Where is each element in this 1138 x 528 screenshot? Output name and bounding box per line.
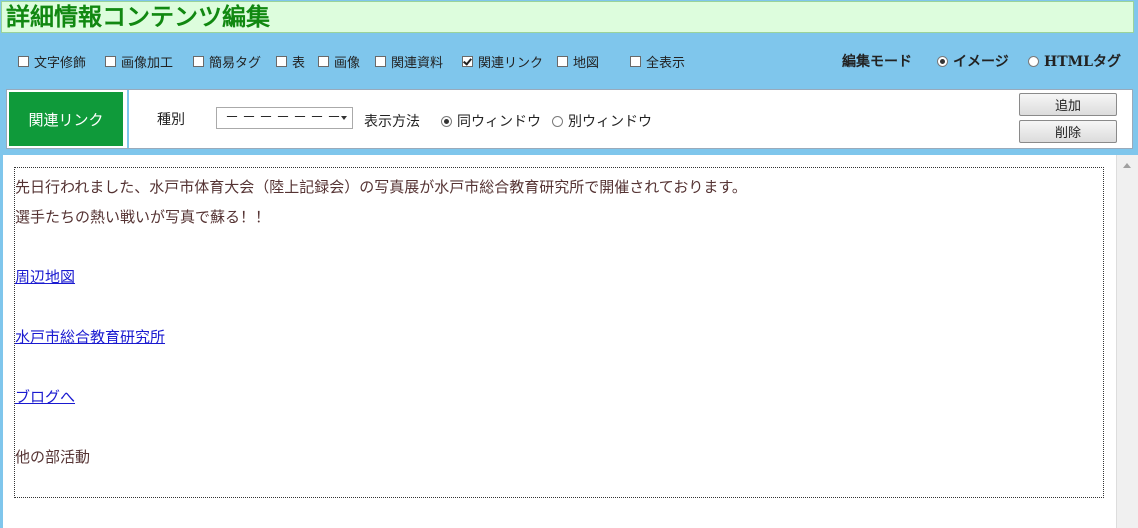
radio-label: 同ウィンドウ [457, 114, 541, 130]
text-line: 他の部活動 [15, 448, 91, 466]
option-map[interactable]: 地図 [557, 52, 599, 71]
kind-label: 種別 [157, 112, 185, 128]
checkbox[interactable] [193, 56, 204, 67]
option-image[interactable]: 画像 [318, 52, 360, 71]
option-related-docs[interactable]: 関連資料 [375, 52, 443, 71]
checkbox[interactable] [105, 56, 116, 67]
content-editor[interactable]: 先日行われました、水戸市体育大会（陸上記録会）の写真展が水戸市総合教育研究所で開… [14, 167, 1104, 498]
checkbox[interactable] [18, 56, 29, 67]
display-same-window[interactable]: 同ウィンドウ [441, 111, 541, 131]
option-label: 画像加工 [121, 56, 174, 71]
checkbox[interactable] [630, 56, 641, 67]
option-label: 全表示 [646, 56, 686, 71]
kind-select-value: －－－－－－－ [225, 110, 344, 126]
option-label: 文字修飾 [34, 56, 87, 71]
vertical-scrollbar[interactable] [1116, 155, 1138, 528]
page-title: 詳細情報コンテンツ編集 [6, 3, 270, 31]
option-label: 地図 [573, 56, 600, 71]
content-area: 先日行われました、水戸市体育大会（陸上記録会）の写真展が水戸市総合教育研究所で開… [3, 155, 1116, 528]
option-table[interactable]: 表 [276, 52, 305, 71]
related-link-panel: 関連リンク 種別 －－－－－－－ 表示方法 同ウィンドウ 別ウィンドウ 追加 削… [6, 89, 1133, 149]
option-label: 画像 [334, 56, 361, 71]
display-new-window[interactable]: 別ウィンドウ [552, 111, 652, 131]
edit-mode-html[interactable]: HTMLタグ [1028, 51, 1121, 71]
add-button[interactable]: 追加 [1019, 93, 1117, 116]
radio-selected[interactable] [441, 115, 452, 127]
option-simple-tag[interactable]: 簡易タグ [193, 52, 261, 71]
radio[interactable] [552, 115, 563, 127]
checkbox[interactable] [318, 56, 329, 67]
panel-tag: 関連リンク [9, 92, 123, 146]
edit-toolbar: 文字修飾 画像加工 簡易タグ 表 画像 関連資料 関連リンク 地図 全表示 編集… [0, 46, 1138, 76]
radio-label: HTMLタグ [1044, 54, 1121, 70]
title-bar: 詳細情報コンテンツ編集 [1, 1, 1134, 33]
option-image-edit[interactable]: 画像加工 [105, 52, 173, 71]
option-text-decoration[interactable]: 文字修飾 [18, 52, 86, 71]
checkbox[interactable] [276, 56, 287, 67]
text-line: 選手たちの熱い戦いが写真で蘇る！！ [15, 208, 271, 226]
checkbox[interactable] [557, 56, 568, 67]
edit-mode-image[interactable]: イメージ [937, 51, 1009, 71]
link-education-institute[interactable]: 水戸市総合教育研究所 [15, 328, 165, 346]
option-label: 表 [292, 56, 306, 71]
option-show-all[interactable]: 全表示 [630, 52, 685, 71]
option-label: 関連資料 [391, 56, 444, 71]
radio-selected[interactable] [937, 55, 948, 67]
option-related-links[interactable]: 関連リンク [462, 52, 543, 71]
radio[interactable] [1028, 55, 1039, 67]
edit-mode-text: 編集モード [842, 54, 912, 70]
panel-divider [127, 90, 129, 148]
option-label: 簡易タグ [209, 56, 262, 71]
link-line: ブログへ [15, 382, 1103, 412]
kind-select[interactable]: －－－－－－－ [216, 107, 353, 129]
delete-button[interactable]: 削除 [1019, 120, 1117, 143]
radio-label: イメージ [953, 54, 1009, 70]
checkbox[interactable] [375, 56, 386, 67]
scroll-up-arrow-icon[interactable] [1123, 163, 1131, 168]
radio-label: 別ウィンドウ [568, 114, 652, 130]
text-line: 先日行われました、水戸市体育大会（陸上記録会）の写真展が水戸市総合教育研究所で開… [15, 178, 747, 196]
link-line: 水戸市総合教育研究所 [15, 322, 1103, 352]
checkbox-checked[interactable] [462, 56, 473, 67]
link-nearby-map[interactable]: 周辺地図 [15, 268, 75, 286]
link-line: 周辺地図 [15, 262, 1103, 292]
chevron-down-icon[interactable] [341, 116, 347, 120]
option-label: 関連リンク [478, 56, 544, 71]
display-method-label: 表示方法 [364, 114, 420, 130]
edit-mode-label: 編集モード [842, 51, 912, 71]
link-blog[interactable]: ブログへ [15, 388, 75, 406]
